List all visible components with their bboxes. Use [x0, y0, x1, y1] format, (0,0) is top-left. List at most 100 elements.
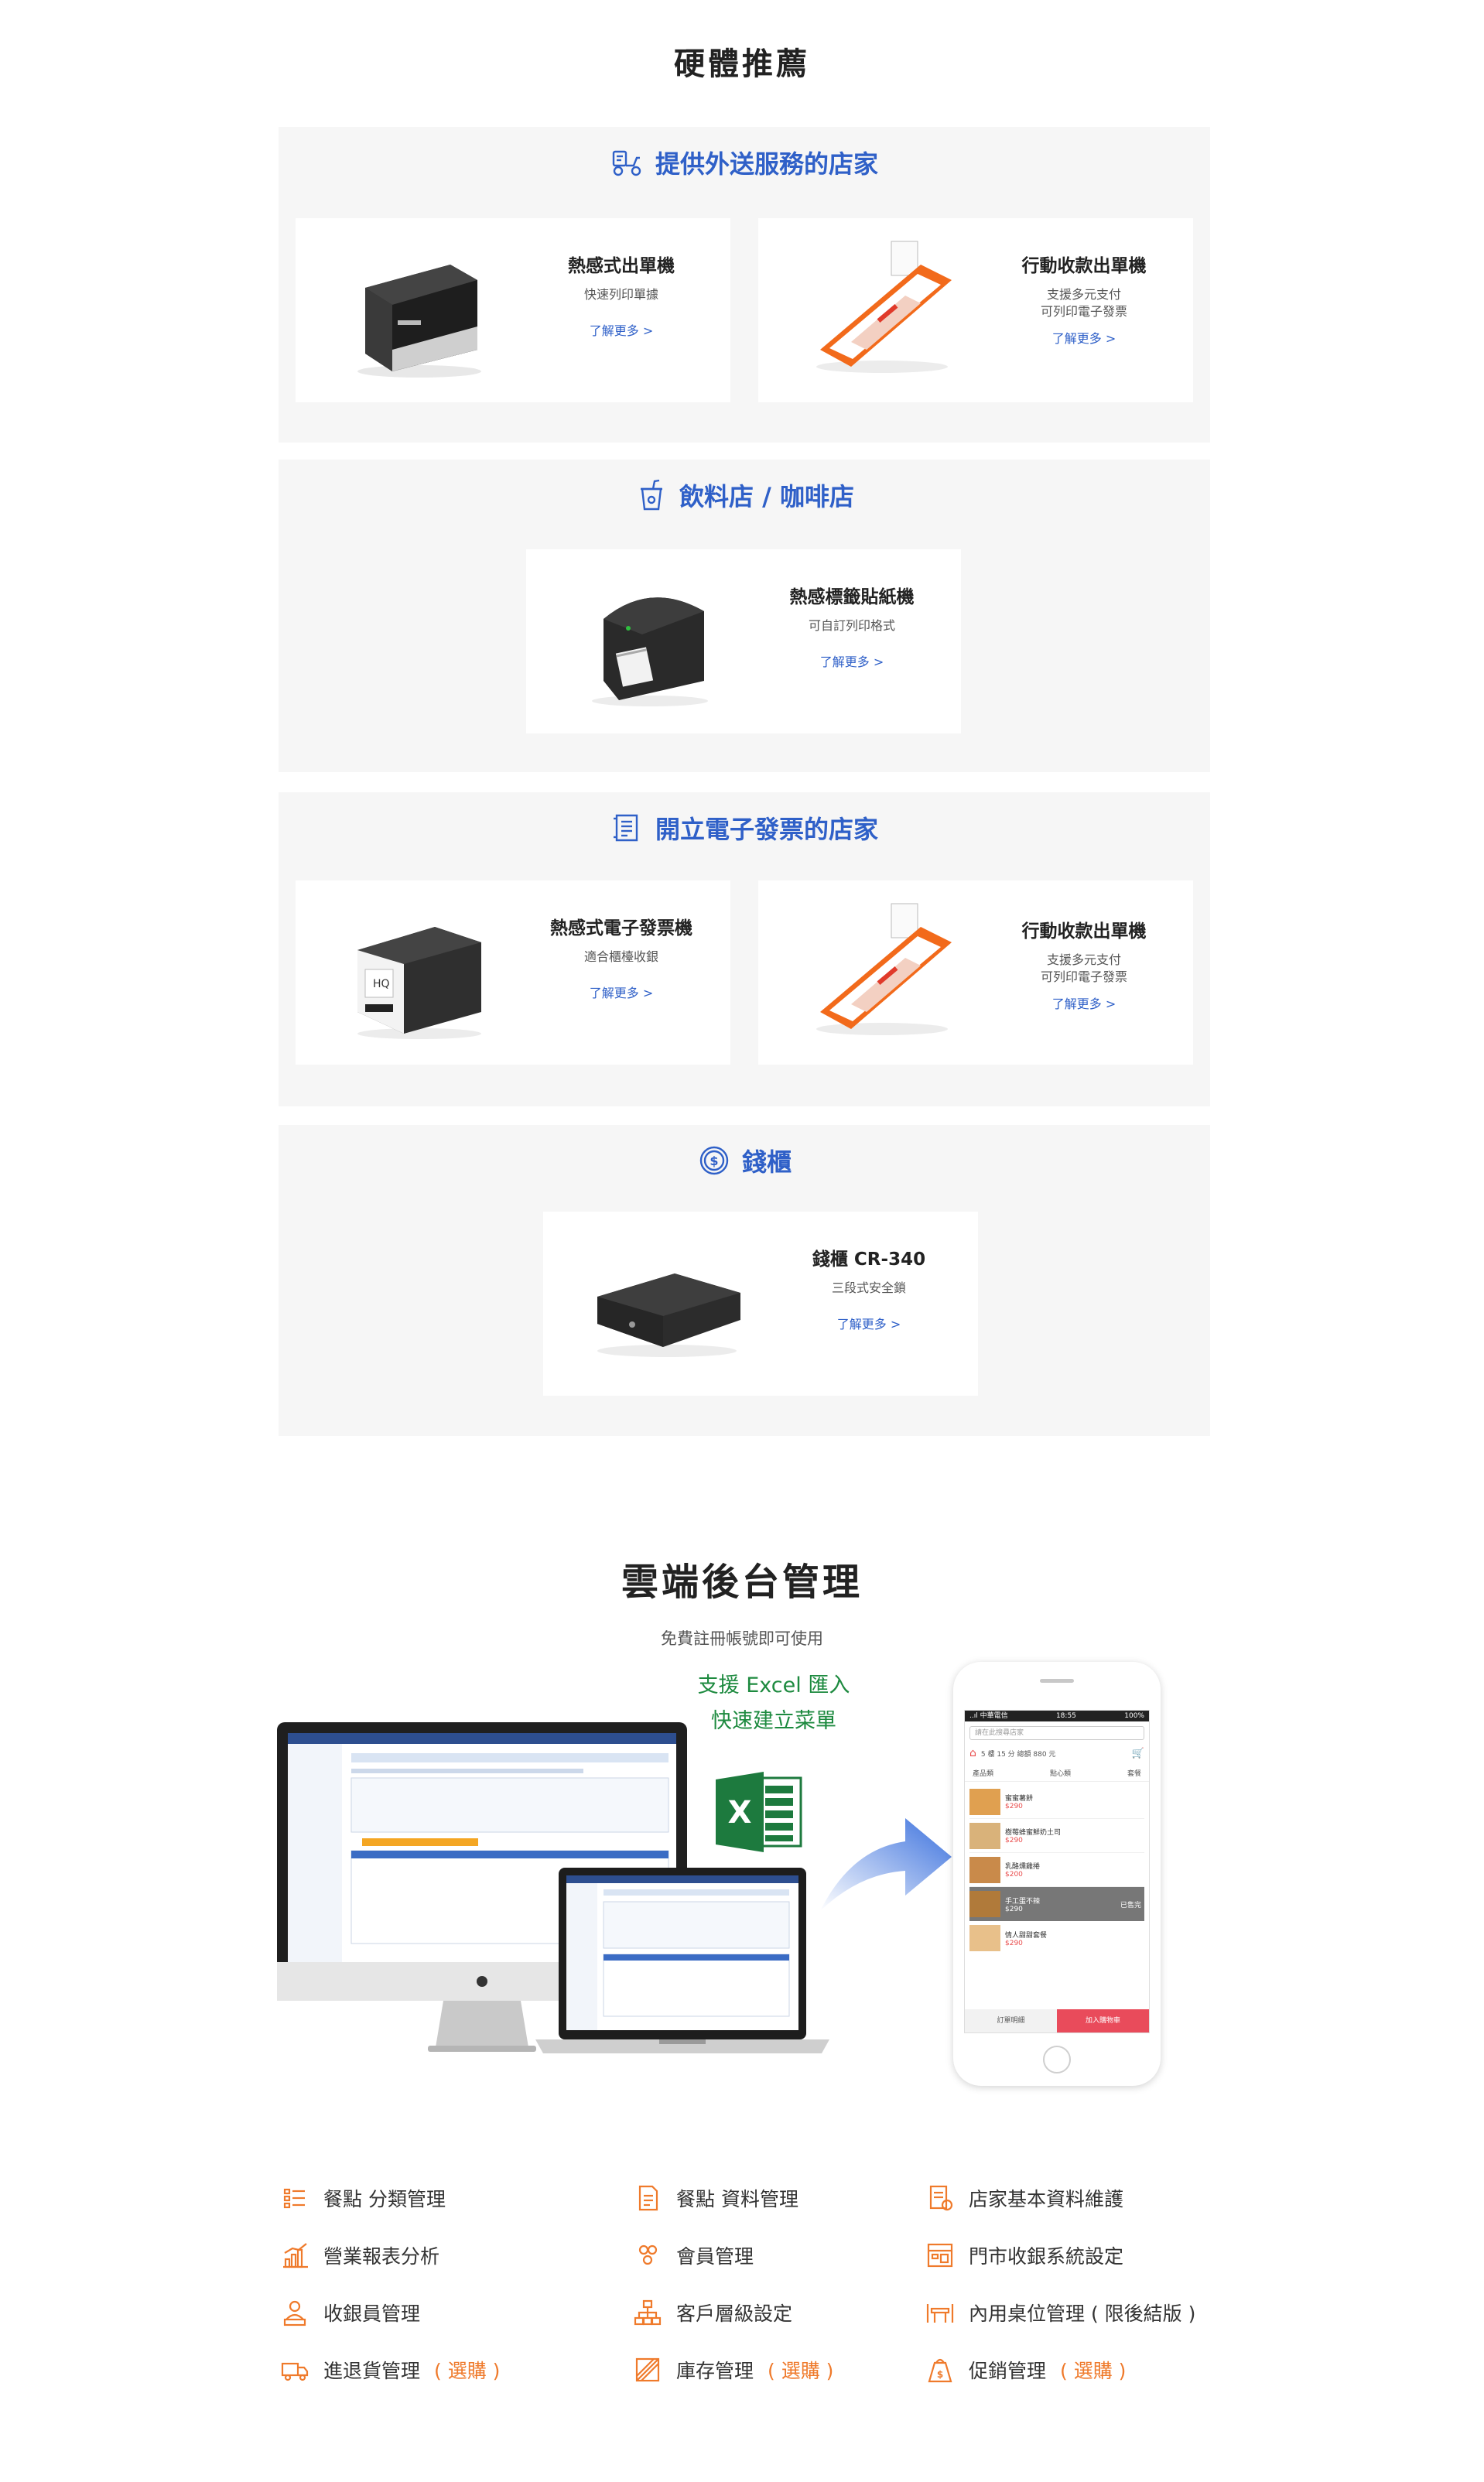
phone-mockup: ..ıl 中華電信 18:55 100% 請在此搜尋店家 ⌂ 5 樓 15 分 …: [953, 1662, 1161, 2086]
group-cash-drawer: $ 錢櫃 錢櫃 CR-340 三段式安全鎖 了解更多 >: [279, 1125, 1210, 1436]
item-price: $290: [1005, 1939, 1023, 1947]
feature-label: 促銷管理: [969, 2360, 1047, 2382]
feature-label: 餐點 資料管理: [676, 2188, 798, 2210]
delivery-truck-icon: [281, 2362, 309, 2381]
feature-label: 內用桌位管理 ( 限後結版 ): [969, 2303, 1196, 2325]
sold-out-badge: 已售完: [1120, 1901, 1141, 1909]
item-price: $290: [1005, 1837, 1023, 1844]
pos-settings-icon: [927, 2243, 953, 2268]
feature-option-tag: ( 選購 ): [434, 2360, 501, 2382]
excel-icon: X: [716, 1772, 802, 1852]
phone-tab[interactable]: 點心類: [1050, 1768, 1071, 1778]
table-icon: [926, 2304, 954, 2323]
feature-item: 營業報表分析: [280, 2241, 439, 2270]
phone-tab[interactable]: 套餐: [1127, 1768, 1141, 1778]
group-title: 飲料店 / 咖啡店: [679, 482, 854, 511]
cloud-section-subtitle: 免費註冊帳號即可使用: [661, 1629, 823, 1648]
list-item[interactable]: 樹莓蜂蜜鮮奶土司 $290: [969, 1819, 1144, 1853]
feature-label: 客戶層級設定: [676, 2303, 793, 2325]
product-desc: 適合櫃檯收銀: [583, 949, 658, 964]
list-item[interactable]: 蜜蜜薯餅 $290: [969, 1785, 1144, 1819]
list-item[interactable]: 乳酪燻雞捲 $200: [969, 1853, 1144, 1887]
mobile-payment-pos-image: [816, 241, 952, 373]
inventory-icon: [635, 2357, 660, 2382]
feature-item: 店家基本資料維護: [925, 2183, 1123, 2213]
group-header: 提供外送服務的店家: [279, 145, 1210, 179]
group-title: 錢櫃: [741, 1147, 792, 1177]
list-item[interactable]: 情人甜甜套餐 $290: [969, 1921, 1144, 1955]
list-item-sold-out[interactable]: 手工蛋不辣 $290 已售完: [969, 1887, 1144, 1921]
svg-text:$: $: [937, 2369, 943, 2380]
feature-label: 收銀員管理: [323, 2303, 421, 2325]
cashier-icon: [283, 2300, 306, 2326]
item-name: 手工蛋不辣: [1005, 1897, 1041, 1906]
group-header: 開立電子發票的店家: [279, 811, 1210, 845]
item-name: 情人甜甜套餐: [1005, 1931, 1048, 1940]
item-name: 蜜蜜薯餅: [1005, 1795, 1034, 1803]
phone-item-list: 蜜蜜薯餅 $290 樹莓蜂蜜鮮奶土司 $290 乳酪燻雞捲 $200 手工蛋不辣 $29…: [965, 1782, 1149, 1958]
learn-more-link[interactable]: 了解更多 >: [590, 320, 654, 339]
thermal-receipt-printer-image: [357, 265, 481, 378]
feature-label: 營業報表分析: [323, 2245, 440, 2268]
cart-icon[interactable]: 🛒: [1132, 1748, 1144, 1759]
invoice-icon: [613, 814, 638, 842]
excel-import-text: 支援 Excel 匯入 快速建立菜單: [681, 1668, 867, 1739]
feature-label: 店家基本資料維護: [969, 2188, 1124, 2210]
product-card-thermal-printer[interactable]: 熱感式出單機 快速列印單據 了解更多 >: [296, 218, 730, 402]
learn-more-link[interactable]: 了解更多 >: [1052, 993, 1116, 1012]
dollar-coin-icon: $: [699, 1146, 729, 1175]
phone-tab[interactable]: 產品類: [973, 1768, 993, 1778]
food-thumbnail: [969, 1822, 1000, 1849]
mobile-payment-pos-image: [816, 903, 952, 1035]
home-button[interactable]: [1043, 2046, 1071, 2073]
product-name: 錢櫃 CR-340: [812, 1250, 926, 1270]
group-e-invoice: 開立電子發票的店家 HQ 熱感式電子發票機 適合櫃檯收銀 了解更多 > 行動收款…: [279, 792, 1210, 1106]
product-name: 熱感式電子發票機: [550, 918, 692, 938]
item-name: 乳酪燻雞捲: [1005, 1863, 1041, 1871]
excel-line-1: 支援 Excel 匯入: [697, 1673, 850, 1697]
feature-label: 庫存管理: [676, 2360, 754, 2382]
feature-item: 客戶層級設定: [633, 2298, 792, 2327]
status-time: 18:55: [1055, 1712, 1076, 1720]
feature-item: $ 促銷管理 ( 選購 ): [925, 2355, 1126, 2385]
learn-more-link[interactable]: 了解更多 >: [590, 983, 654, 1001]
arrow-right-icon: [820, 1818, 952, 1911]
phone-search-input[interactable]: 請在此搜尋店家: [969, 1726, 1144, 1740]
product-desc: 可自訂列印格式: [808, 618, 895, 633]
cash-drawer-image: [597, 1273, 740, 1357]
learn-more-link[interactable]: 了解更多 >: [837, 1314, 901, 1332]
feature-item: 餐點 分類管理: [280, 2183, 446, 2213]
feature-option-tag: ( 選購 ): [1060, 2360, 1127, 2382]
phone-status-bar: ..ıl 中華電信 18:55 100%: [965, 1711, 1149, 1721]
product-card-label-printer[interactable]: 熱感標籤貼紙機 可自訂列印格式 了解更多 >: [526, 549, 961, 733]
product-card-mobile-pos-2[interactable]: 行動收款出單機 支援多元支付 可列印電子發票 了解更多 >: [758, 880, 1193, 1065]
product-card-mobile-pos[interactable]: 行動收款出單機 支援多元支付 可列印電子發票 了解更多 >: [758, 218, 1193, 402]
product-desc-2: 可列印電子發票: [1040, 304, 1127, 319]
add-to-cart-button[interactable]: 加入購物車: [1057, 2009, 1149, 2032]
group-header: $ 錢櫃: [279, 1144, 1210, 1178]
svg-text:$: $: [710, 1154, 718, 1168]
scooter-icon: [612, 150, 641, 176]
cloud-section-title: 雲端後台管理: [621, 1561, 863, 1604]
food-thumbnail: [969, 1856, 1000, 1883]
svg-text:X: X: [728, 1795, 752, 1831]
thermal-label-printer-image: [592, 597, 708, 706]
product-card-e-invoice-printer[interactable]: HQ 熱感式電子發票機 適合櫃檯收銀 了解更多 >: [296, 880, 730, 1065]
feature-label: 會員管理: [676, 2245, 754, 2268]
order-detail-button[interactable]: 訂單明細: [965, 2009, 1057, 2032]
phone-delivery-bar: ⌂ 5 樓 15 分 總額 880 元 🛒: [969, 1745, 1144, 1762]
feature-item: 門市收銀系統設定: [925, 2241, 1123, 2270]
feature-item: 庫存管理 ( 選購 ): [633, 2355, 833, 2385]
product-desc: 快速列印單據: [583, 287, 658, 302]
product-card-cash-drawer[interactable]: 錢櫃 CR-340 三段式安全鎖 了解更多 >: [543, 1212, 978, 1396]
learn-more-link[interactable]: 了解更多 >: [820, 651, 884, 670]
feature-label: 門市收銀系統設定: [969, 2245, 1124, 2268]
e-invoice-printer-image: HQ: [357, 927, 481, 1039]
item-price: $290: [1005, 1905, 1023, 1913]
group-title: 開立電子發票的店家: [655, 815, 878, 844]
list-icon: [283, 2188, 305, 2209]
learn-more-link[interactable]: 了解更多 >: [1052, 328, 1116, 347]
product-desc-2: 可列印電子發票: [1040, 969, 1127, 984]
document-icon: [638, 2185, 658, 2211]
home-icon[interactable]: ⌂: [969, 1747, 976, 1759]
